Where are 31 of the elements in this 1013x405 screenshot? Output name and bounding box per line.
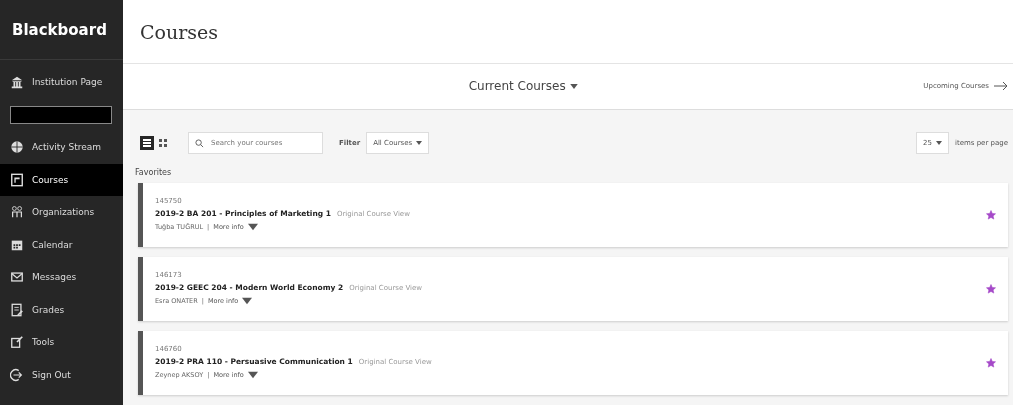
right-arrow-icon — [993, 81, 1009, 92]
page-title: Courses — [123, 0, 1013, 65]
caret-icon — [242, 296, 253, 307]
sidebar-item[interactable]: Calendar — [0, 228, 123, 261]
current-courses-dropdown[interactable]: Current Courses — [468, 79, 578, 94]
caret-icon — [247, 222, 258, 233]
sidebar-item[interactable]: Activity Stream — [0, 131, 123, 164]
edit-icon — [10, 335, 24, 350]
envelope-icon — [10, 270, 24, 285]
caret-icon — [935, 140, 942, 145]
sign-out-icon — [10, 367, 24, 382]
sidebar-item[interactable]: Courses — [0, 163, 123, 196]
building-icon — [10, 75, 24, 90]
list-view-button[interactable] — [140, 135, 154, 150]
sidebar-item[interactable]: Organizations — [0, 196, 123, 229]
caret-icon — [247, 370, 258, 381]
document-icon — [10, 302, 24, 317]
sidebar-item[interactable]: Messages — [0, 261, 123, 294]
people-icon — [10, 205, 24, 220]
caret-icon — [416, 140, 423, 145]
section-heading: Favorites — [134, 166, 173, 179]
sidebar-item[interactable]: Sign Out — [0, 358, 123, 391]
star-icon[interactable] — [986, 357, 996, 368]
star-icon[interactable] — [986, 209, 996, 220]
book-icon — [10, 172, 24, 187]
sidebar-item[interactable]: Institution Page — [0, 66, 123, 99]
star-icon[interactable] — [986, 283, 996, 294]
sidebar-item[interactable]: Tools — [0, 326, 123, 359]
sidebar-item[interactable]: Grades — [0, 293, 123, 326]
globe-icon — [10, 140, 24, 155]
caret-icon — [569, 83, 578, 89]
